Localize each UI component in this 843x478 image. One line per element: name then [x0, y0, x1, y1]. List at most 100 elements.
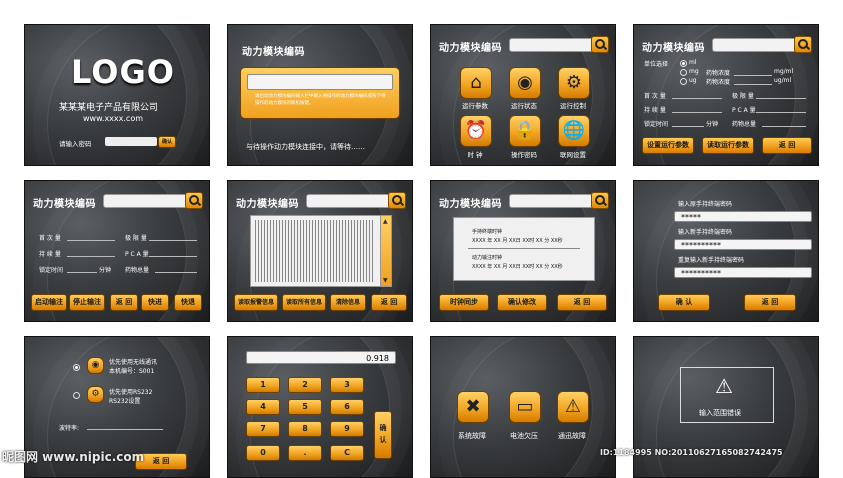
notice-box: 请启动动力模块编码输入栏中输入待操作的动力模块编码或按下待操作的动力模块的联机按… — [240, 67, 400, 119]
search-button[interactable] — [388, 192, 406, 209]
sync-clock-button[interactable]: 时钟同步 — [439, 294, 489, 311]
confirm-button[interactable]: 确 认 — [658, 294, 710, 311]
search-input[interactable] — [509, 38, 595, 52]
old-password-label: 输入原手持终端密码 — [678, 201, 733, 208]
search-button[interactable] — [794, 36, 812, 53]
scroll-down-icon[interactable]: ▼ — [383, 277, 388, 284]
search-button[interactable] — [591, 192, 609, 209]
wireless-radio[interactable] — [73, 364, 80, 371]
search-icon — [595, 39, 605, 49]
search-input[interactable] — [712, 38, 798, 52]
search-icon — [189, 195, 199, 205]
rs232-radio[interactable] — [73, 392, 80, 399]
module-code-title: 动力模块编码 — [439, 43, 502, 54]
unit-radio-mg[interactable] — [680, 69, 687, 76]
unit-ml: ml — [689, 59, 697, 66]
conc-unit-2: ug/ml — [774, 77, 792, 84]
module-clock-value: XXXX 年 XX 月 XX日 XX时 XX 分 XX秒 — [472, 264, 563, 270]
back-button[interactable]: 返 回 — [110, 294, 138, 311]
unit-radio-ml[interactable] — [680, 60, 687, 67]
read-params-button[interactable]: 读取运行参数 — [702, 137, 754, 154]
rs232-option: 优先使用RS232 — [109, 389, 153, 396]
clock-icon[interactable]: ⏰ — [460, 115, 492, 147]
module-code-input[interactable] — [247, 74, 393, 90]
lock-icon[interactable]: 🔒 — [509, 115, 541, 147]
icon-label-password: 操作密码 — [511, 151, 537, 159]
module-code-title: 动力模块编码 — [236, 199, 299, 210]
key-0[interactable]: 0 — [246, 445, 280, 461]
home-icon[interactable]: ⌂ — [460, 67, 492, 99]
clock-box: 手持终端时钟 XXXX 年 XX 月 XX日 XX时 XX 分 XX秒 动力输注… — [453, 217, 595, 281]
confirm-button[interactable]: 确认 — [158, 136, 176, 148]
key-8[interactable]: 8 — [288, 421, 322, 437]
fault-comm-label: 通迅故障 — [558, 432, 586, 440]
confirm-change-button[interactable]: 确认修改 — [497, 294, 547, 311]
key-clear[interactable]: C — [330, 445, 364, 461]
minutes-label: 分钟 — [706, 121, 719, 128]
repeat-password-input[interactable]: ********** — [674, 267, 812, 278]
key-dot[interactable]: . — [288, 445, 322, 461]
search-button[interactable] — [185, 192, 203, 209]
icon-label-run-control: 运行控制 — [560, 102, 586, 110]
baud-rate-input[interactable] — [87, 429, 163, 430]
total-label: 药物总量 — [125, 267, 150, 274]
new-password-label: 输入新手持终端密码 — [678, 229, 733, 236]
scrollbar[interactable]: ▲ ▼ — [380, 216, 391, 286]
read-all-button[interactable]: 读取所有信息 — [282, 294, 326, 311]
company-name: 某某某电子产品有限公司 — [59, 103, 159, 113]
first-dose-label: 首 次 量 — [644, 93, 666, 100]
back-button[interactable]: 返 回 — [744, 294, 796, 311]
stop-infusion-button[interactable]: 停止输注 — [69, 294, 105, 311]
globe-icon[interactable]: 🌐 — [558, 115, 590, 147]
fast-rewind-button[interactable]: 快退 — [174, 294, 202, 311]
key-9[interactable]: 9 — [330, 421, 364, 437]
old-password-input[interactable]: ***** — [674, 211, 812, 222]
info-text-area — [255, 220, 373, 282]
back-button[interactable]: 返 回 — [762, 137, 812, 154]
clear-info-button[interactable]: 清除信息 — [330, 294, 366, 311]
unit-mg: mg — [689, 68, 699, 75]
fast-forward-button[interactable]: 快进 — [141, 294, 169, 311]
key-2[interactable]: 2 — [288, 377, 322, 393]
key-4[interactable]: 4 — [246, 399, 280, 415]
search-icon — [595, 195, 605, 205]
search-input[interactable] — [509, 194, 595, 208]
key-7[interactable]: 7 — [246, 421, 280, 437]
confirm-key[interactable]: 确 认 — [374, 411, 392, 459]
set-params-button[interactable]: 设置运行参数 — [642, 137, 694, 154]
rss-icon[interactable]: ◉ — [509, 67, 541, 99]
unit-label: 单位选择 — [644, 61, 669, 68]
info-list[interactable]: ▲ ▼ — [250, 215, 392, 287]
scroll-up-icon[interactable]: ▲ — [383, 218, 388, 225]
back-button[interactable]: 返 回 — [557, 294, 607, 311]
key-6[interactable]: 6 — [330, 399, 364, 415]
key-1[interactable]: 1 — [246, 377, 280, 393]
tools-icon[interactable]: ✖ — [457, 391, 489, 423]
warning-icon[interactable]: ⚠ — [557, 391, 589, 423]
warning-icon: ⚠ — [715, 374, 733, 398]
rss-icon: ◉ — [87, 357, 104, 374]
notice-text: 请启动动力模块编码输入栏中输入待操作的动力模块编码或按下待操作的动力模块的联机按… — [255, 94, 386, 106]
search-input[interactable] — [306, 194, 392, 208]
search-input[interactable] — [103, 194, 189, 208]
conc-unit-1: mg/ml — [774, 68, 794, 75]
watermark-right: ID:1184995 NO:20110627165082742475 — [600, 448, 783, 457]
key-3[interactable]: 3 — [330, 377, 364, 393]
key-5[interactable]: 5 — [288, 399, 322, 415]
unit-radio-ug[interactable] — [680, 78, 687, 85]
password-input[interactable] — [105, 137, 157, 146]
lock-time-label: 锁定时间 — [644, 121, 669, 128]
search-button[interactable] — [591, 36, 609, 53]
new-password-input[interactable]: ********** — [674, 239, 812, 250]
panel-clock: 动力模块编码 手持终端时钟 XXXX 年 XX 月 XX日 XX时 XX 分 X… — [430, 180, 616, 322]
back-button[interactable]: 返 回 — [371, 294, 407, 311]
gear-icon[interactable]: ⚙ — [558, 67, 590, 99]
error-message: 输入范围错误 — [699, 409, 741, 417]
start-infusion-button[interactable]: 启动输注 — [31, 294, 67, 311]
password-label: 请输入密码 — [59, 140, 92, 148]
read-alarm-button[interactable]: 读取报警信息 — [234, 294, 278, 311]
battery-icon[interactable]: ▭ — [509, 391, 541, 423]
maint-label: 持 续 量 — [39, 251, 61, 258]
numeric-display: 0.918 — [246, 351, 396, 364]
panel-faults: ✖ 系统故障 ▭ 电池欠压 ⚠ 通迅故障 — [430, 336, 616, 478]
